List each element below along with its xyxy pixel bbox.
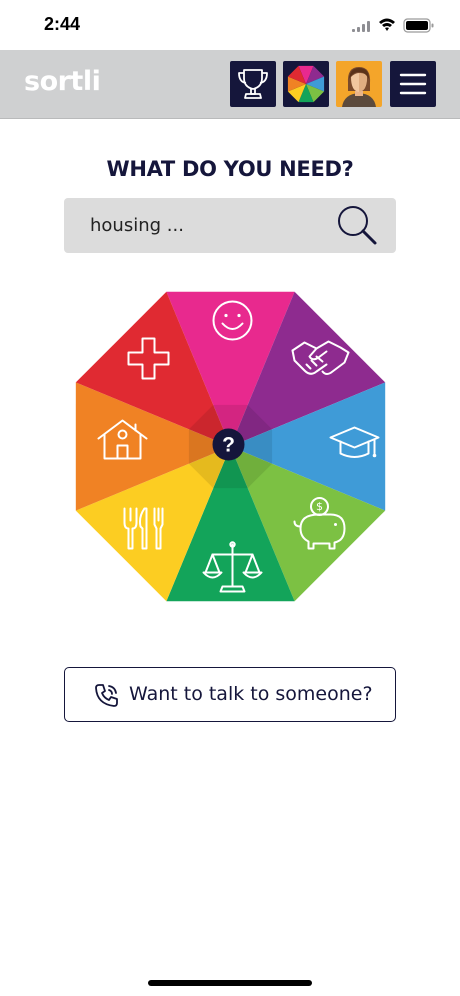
talk-button-label: Want to talk to someone? [129, 683, 373, 705]
status-icons [352, 16, 436, 39]
trophy-icon [238, 69, 268, 99]
search-input[interactable] [90, 198, 330, 253]
sortli-logo[interactable]: sortli [24, 66, 101, 97]
svg-text:$: $ [316, 500, 323, 513]
cellular-signal-icon [352, 21, 370, 32]
talk-to-someone-button[interactable]: Want to talk to someone? [64, 667, 396, 722]
page-title: WHAT DO YOU NEED? [106, 157, 354, 181]
search-box [64, 198, 396, 253]
phone-call-icon [95, 684, 118, 707]
category-wheel: $ ? [75, 291, 386, 602]
battery-icon [403, 18, 434, 33]
home-indicator [148, 980, 312, 986]
app-header: sortli [0, 50, 460, 119]
wifi-icon [379, 18, 395, 31]
profile-avatar-button[interactable] [336, 61, 382, 107]
categories-wheel-button[interactable] [283, 61, 329, 107]
search-icon[interactable] [334, 202, 380, 248]
achievements-button[interactable] [230, 61, 276, 107]
status-time: 2:44 [44, 14, 81, 34]
hamburger-menu-icon [399, 73, 427, 95]
status-bar: 2:44 [0, 0, 460, 50]
avatar-icon [342, 67, 376, 107]
color-wheel-icon [287, 65, 325, 103]
menu-button[interactable] [390, 61, 436, 107]
help-center-label: ? [222, 434, 235, 457]
